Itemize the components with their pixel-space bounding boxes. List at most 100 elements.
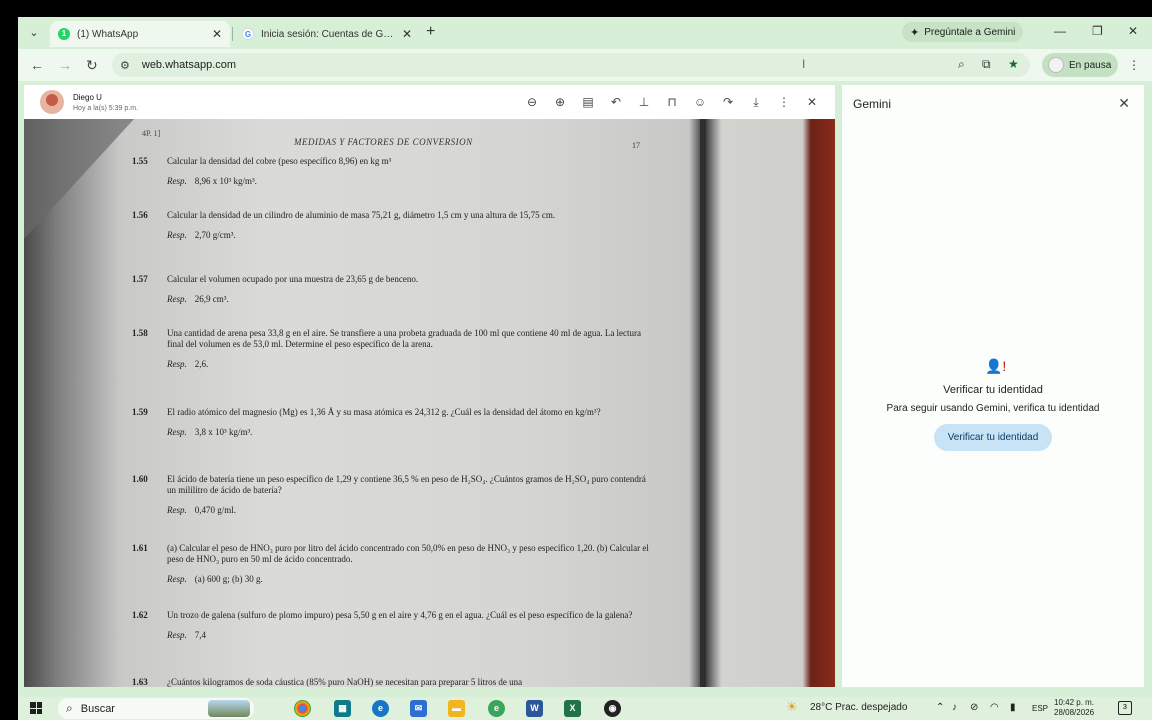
close-tab-icon[interactable]: ✕ (402, 27, 412, 41)
page-fold-shadow (24, 119, 134, 239)
gemini-spark-icon: ✦ (910, 26, 920, 39)
message-timestamp: Hoy a la(s) 5:39 p.m. (73, 104, 138, 112)
contact-name: Diego U (73, 92, 102, 102)
go-to-message-icon[interactable]: ▤ (581, 95, 595, 110)
search-icon: ⌕ (66, 701, 73, 715)
viewer-toolbar: ⊖ ⊕ ▤ ↶ ⊥ ⊓ ☺ ↷ ⤓ ⋮ ✕ (525, 95, 819, 110)
problem-item: 1.59 El radio atómico del magnesio (Mg) … (132, 407, 601, 437)
viewer-header: Diego U Hoy a la(s) 5:39 p.m. ⊖ ⊕ ▤ ↶ ⊥ … (24, 85, 835, 119)
problem-item: 1.63 ¿Cuántos kilogramos de soda cáustic… (132, 677, 523, 687)
tab-whatsapp[interactable]: 1 (1) WhatsApp ✕ (50, 21, 230, 47)
profile-label: En pausa (1069, 59, 1112, 71)
zoom-icon[interactable]: ⌕ (958, 57, 965, 72)
minimize-icon[interactable]: — (1054, 24, 1066, 38)
chevron-up-icon[interactable]: ⌃ (936, 702, 944, 713)
browser-toolbar: ← → ↻ ⚙ web.whatsapp.com I ⌕ ⧉ ★ En paus… (18, 49, 1152, 81)
problem-item: 1.57 Calcular el volumen ocupado por una… (132, 274, 419, 304)
pin-icon[interactable]: ⊥ (637, 95, 651, 110)
page-header: MEDIDAS Y FACTORES DE CONVERSION (294, 137, 473, 147)
taskbar-search[interactable]: ⌕ Buscar (58, 698, 254, 719)
google-icon: G (242, 28, 254, 40)
excel-icon[interactable]: X (564, 700, 581, 717)
zoom-out-icon[interactable]: ⊖ (525, 95, 539, 110)
file-explorer-icon[interactable]: ▬ (448, 700, 465, 717)
person-alert-icon: 👤! (985, 358, 1007, 374)
close-window-icon[interactable]: ✕ (1128, 24, 1138, 38)
windows-start-icon[interactable] (30, 702, 42, 714)
react-emoji-icon[interactable]: ☺ (693, 95, 707, 110)
clock-time: 10:42 p. m. (1054, 698, 1095, 707)
profile-avatar-icon (1048, 57, 1064, 73)
network-off-icon[interactable]: ⊘ (970, 702, 978, 713)
text-cursor-icon: I (802, 57, 806, 71)
forward-arrow-icon[interactable]: → (58, 57, 72, 73)
whatsapp-icon: 1 (58, 28, 70, 40)
search-highlight-image (208, 700, 250, 717)
gemini-side-panel: Gemini ✕ 👤! Verificar tu identidad Para … (842, 85, 1144, 687)
whatsapp-media-viewer: Diego U Hoy a la(s) 5:39 p.m. ⊖ ⊕ ▤ ↶ ⊥ … (24, 85, 835, 687)
tab-strip: ⌄ 1 (1) WhatsApp ✕ G Inicia sesión: Cuen… (18, 17, 1152, 47)
taskbar: ⌕ Buscar ▦ e ✉ ▬ e W X ◉ ☀ 28°C Prac. de… (18, 697, 1152, 720)
edge-icon[interactable]: e (372, 700, 389, 717)
obs-icon[interactable]: ◉ (604, 700, 621, 717)
problem-item: 1.58 Una cantidad de arena pesa 33,8 g e… (132, 328, 642, 369)
bookmark-icon[interactable]: ⊓ (665, 95, 679, 110)
browser-menu-icon[interactable]: ⋮ (1128, 58, 1140, 72)
browser-e-icon[interactable]: e (488, 700, 505, 717)
reply-icon[interactable]: ↶ (609, 95, 623, 110)
back-arrow-icon[interactable]: ← (30, 57, 44, 73)
document-photo[interactable]: 4P. 1] MEDIDAS Y FACTORES DE CONVERSION … (24, 119, 835, 687)
mail-icon[interactable]: ✉ (410, 700, 427, 717)
notification-icon[interactable]: 3 (1118, 701, 1132, 715)
speaker-icon[interactable]: ♪ (952, 702, 957, 713)
problem-item: 1.56 Calcular la densidad de un cilindro… (132, 210, 556, 240)
forward-icon[interactable]: ↷ (721, 95, 735, 110)
panel-title: Gemini (853, 97, 892, 111)
language-indicator[interactable]: ESP (1032, 704, 1048, 713)
verify-title: Verificar tu identidad (943, 384, 1043, 396)
clock-date: 28/08/2026 (1054, 708, 1095, 717)
problem-item: 1.62 Un trozo de galena (sulfuro de plom… (132, 610, 633, 640)
more-options-icon[interactable]: ⋮ (777, 95, 791, 110)
tab-separator (232, 27, 233, 41)
bookmark-star-icon[interactable]: ★ (1008, 57, 1019, 71)
ask-gemini-label: Pregúntale a Gemini (924, 26, 1016, 38)
close-tab-icon[interactable]: ✕ (212, 27, 222, 41)
verify-subtitle: Para seguir usando Gemini, verifica tu i… (886, 403, 1100, 414)
profile-button[interactable]: En pausa (1042, 53, 1118, 77)
zoom-in-icon[interactable]: ⊕ (553, 95, 567, 110)
new-tab-icon[interactable]: + (426, 23, 435, 41)
tab-google-signin[interactable]: G Inicia sesión: Cuentas de Google ✕ (234, 21, 420, 47)
chrome-icon[interactable] (294, 700, 311, 717)
book-spine (700, 119, 706, 687)
wifi-icon[interactable]: ◠ (990, 702, 999, 713)
microphone-icon[interactable]: ▮ (1010, 702, 1016, 713)
contact-info: Diego U Hoy a la(s) 5:39 p.m. (73, 93, 138, 112)
tab-title: (1) WhatsApp (77, 28, 139, 40)
page-tag: 4P. 1] (142, 129, 161, 138)
site-settings-icon[interactable]: ⚙ (120, 59, 130, 72)
tab-search-chevron-icon[interactable]: ⌄ (26, 25, 42, 41)
store-icon[interactable]: ▦ (334, 700, 351, 717)
problem-item: 1.61 (a) Calcular el peso de HNO₃ puro p… (132, 543, 649, 584)
download-icon[interactable]: ⤓ (749, 95, 763, 110)
word-icon[interactable]: W (526, 700, 543, 717)
weather-icon: ☀ (786, 699, 798, 714)
clock[interactable]: 10:42 p. m. 28/08/2026 (1054, 698, 1094, 718)
search-placeholder: Buscar (80, 702, 115, 715)
weather-text[interactable]: 28°C Prac. despejado (810, 702, 907, 713)
problem-item: 1.55 Calcular la densidad del cobre (pes… (132, 156, 392, 186)
close-panel-icon[interactable]: ✕ (1118, 95, 1130, 112)
install-app-icon[interactable]: ⧉ (982, 57, 991, 72)
verify-identity-button[interactable]: Verificar tu identidad (934, 424, 1052, 451)
ask-gemini-button[interactable]: ✦ Pregúntale a Gemini (902, 22, 1024, 42)
tab-title: Inicia sesión: Cuentas de Google (261, 28, 398, 40)
page-number: 17 (632, 141, 640, 150)
problem-item: 1.60 El ácido de batería tiene un peso e… (132, 474, 646, 515)
browser-window: ⌄ 1 (1) WhatsApp ✕ G Inicia sesión: Cuen… (18, 17, 1152, 697)
restore-icon[interactable]: ❐ (1092, 24, 1103, 38)
close-viewer-icon[interactable]: ✕ (805, 95, 819, 110)
address-bar[interactable]: ⚙ web.whatsapp.com (112, 53, 1030, 77)
avatar[interactable] (40, 90, 64, 114)
reload-icon[interactable]: ↻ (86, 57, 98, 74)
